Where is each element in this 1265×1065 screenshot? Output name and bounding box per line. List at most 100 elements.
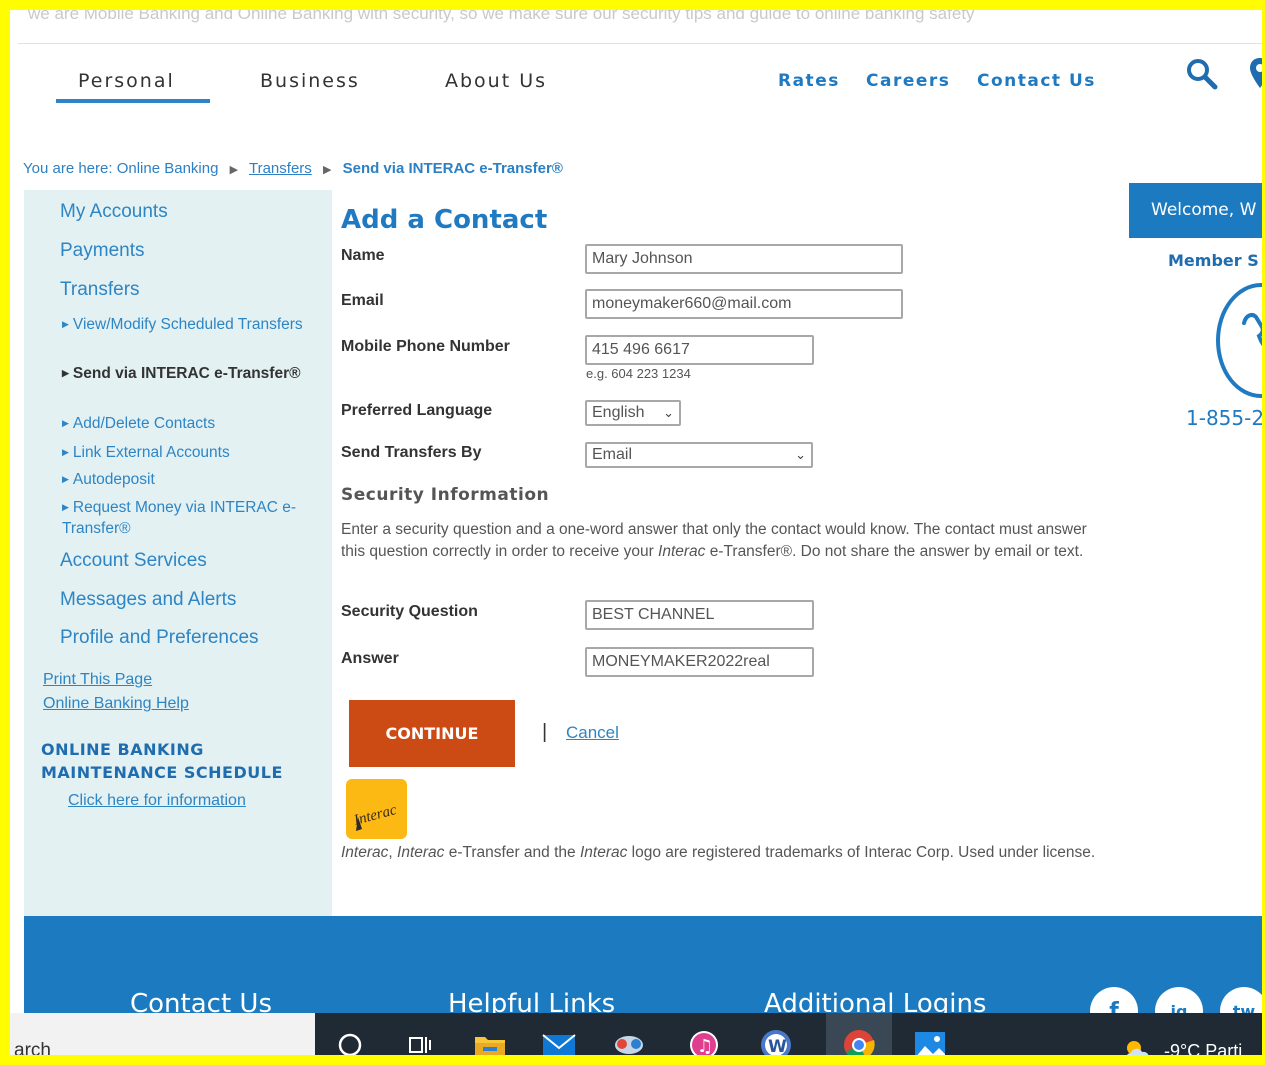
sidebar-subitem-label: View/Modify Scheduled Transfers: [72, 316, 303, 333]
sidebar-item-payments[interactable]: Payments: [60, 240, 144, 262]
photos-icon[interactable]: [908, 1025, 952, 1055]
search-icon[interactable]: [1185, 57, 1219, 91]
os-taskbar: arch ♫ W -9°C Parti: [10, 1013, 1262, 1061]
breadcrumb-separator-icon: ▶: [229, 164, 239, 176]
word-icon[interactable]: W: [754, 1025, 798, 1057]
send-by-select[interactable]: Email ⌄: [585, 442, 813, 468]
name-field[interactable]: [585, 244, 903, 274]
location-pin-icon[interactable]: [1248, 56, 1265, 90]
tm-text-1: ,: [388, 844, 398, 861]
tm-interac-3: Interac: [579, 844, 628, 861]
mail-icon[interactable]: [537, 1025, 581, 1055]
cancel-link[interactable]: Cancel: [566, 723, 619, 743]
chevron-down-icon: ⌄: [795, 447, 806, 462]
language-label: Preferred Language: [341, 402, 493, 419]
email-label: Email: [341, 292, 384, 309]
send-by-select-value: Email: [592, 446, 633, 463]
sidebar-item-my-accounts[interactable]: My Accounts: [60, 201, 168, 223]
continue-button[interactable]: CONTINUE: [349, 700, 515, 767]
sidebar-item-messages-alerts[interactable]: Messages and Alerts: [60, 589, 236, 611]
taskbar-weather[interactable]: -9°C Parti: [1122, 1037, 1243, 1061]
file-explorer-icon[interactable]: [468, 1025, 512, 1055]
breadcrumb-online-banking[interactable]: Online Banking: [117, 160, 219, 177]
arrow-right-icon: ▶: [62, 474, 69, 484]
page-title: Add a Contact: [341, 205, 548, 235]
print-page-link[interactable]: Print This Page: [43, 671, 152, 689]
phone-handset-icon: [1242, 313, 1262, 347]
sidebar-subitem-add-delete-contacts[interactable]: ▶ Add/Delete Contacts: [62, 413, 322, 434]
sidebar-item-account-services[interactable]: Account Services: [60, 550, 207, 572]
breadcrumb-transfers-link[interactable]: Transfers: [249, 160, 312, 177]
task-view-icon[interactable]: [398, 1025, 442, 1055]
member-services-phone[interactable]: 1-855-2: [1186, 406, 1262, 430]
language-select-value: English: [592, 404, 645, 421]
sidebar-subitem-request-money[interactable]: ▶ Request Money via INTERAC e-Transfer®: [62, 497, 322, 539]
tm-interac-1: Interac: [341, 844, 389, 861]
svg-text:W: W: [768, 1037, 787, 1057]
welcome-banner: Welcome, W: [1129, 183, 1262, 238]
security-question-field[interactable]: [585, 600, 814, 630]
sidebar-subitem-view-modify[interactable]: ▶ View/Modify Scheduled Transfers: [62, 314, 322, 335]
breadcrumb: You are here: Online Banking ▶ Transfers…: [23, 160, 563, 177]
sidebar-subitem-label: Autodeposit: [72, 471, 155, 488]
sidebar-item-transfers[interactable]: Transfers: [60, 279, 140, 301]
trademark-notice: Interac, Interac e-Transfer and the Inte…: [341, 842, 1111, 863]
online-banking-help-link[interactable]: Online Banking Help: [43, 695, 189, 713]
sidebar-subitem-send-interac[interactable]: ▶ Send via INTERAC e-Transfer®: [62, 363, 322, 384]
member-services-heading: Member S: [1168, 251, 1259, 270]
language-select[interactable]: English ⌄: [585, 400, 681, 426]
sidebar-subitem-label: Link External Accounts: [72, 444, 230, 461]
nav-rates[interactable]: Rates: [778, 71, 840, 91]
email-field[interactable]: [585, 289, 903, 319]
nav-contact-us[interactable]: Contact Us: [977, 71, 1096, 91]
maintenance-schedule-heading: ONLINE BANKING MAINTENANCE SCHEDULE: [41, 740, 283, 782]
nav-active-indicator: [56, 99, 210, 103]
nav-careers[interactable]: Careers: [866, 71, 950, 91]
security-description: Enter a security question and a one-word…: [341, 519, 1111, 562]
weather-partly-cloudy-icon: [1127, 1041, 1149, 1055]
phone-field[interactable]: [585, 335, 814, 365]
phone-icon: [1216, 283, 1262, 398]
svg-text:♫: ♫: [697, 1036, 713, 1057]
security-heading: Security Information: [341, 485, 550, 505]
answer-field[interactable]: [585, 647, 814, 677]
security-desc-interac: Interac: [658, 542, 706, 560]
chrome-icon[interactable]: [837, 1025, 881, 1055]
answer-label: Answer: [341, 650, 399, 667]
chevron-down-icon: ⌄: [663, 405, 674, 420]
sidebar-subitem-autodeposit[interactable]: ▶ Autodeposit: [62, 469, 322, 490]
arrow-right-icon: ▶: [62, 418, 69, 428]
itunes-icon[interactable]: ♫: [682, 1025, 726, 1057]
send-by-label: Send Transfers By: [341, 444, 482, 461]
arrow-right-icon: ▶: [62, 447, 69, 457]
arrow-right-icon: ▶: [62, 319, 69, 329]
arrow-right-icon: ▶: [62, 502, 69, 512]
taskbar-search-box[interactable]: arch: [10, 1013, 315, 1055]
cortana-icon[interactable]: [328, 1025, 372, 1055]
top-banner-text: we are Mobile Banking and Online Banking…: [28, 10, 975, 23]
button-separator: |: [542, 721, 548, 743]
breadcrumb-prefix: You are here:: [23, 160, 113, 177]
nav-business[interactable]: Business: [260, 70, 360, 92]
arrow-right-icon: ▶: [62, 368, 69, 378]
weather-text: -9°C Parti: [1164, 1040, 1243, 1061]
sidebar-subitem-link-external[interactable]: ▶ Link External Accounts: [62, 442, 322, 463]
security-desc-text-end: e-Transfer®. Do not share the answer by …: [705, 542, 1084, 560]
maintenance-info-link[interactable]: Click here for information: [68, 792, 246, 810]
sidebar: My Accounts Payments Transfers ▶ View/Mod…: [24, 190, 332, 920]
sidebar-subitem-label: Send via INTERAC e-Transfer®: [72, 365, 301, 382]
security-question-label: Security Question: [341, 603, 478, 620]
interac-logo-icon: Interac: [351, 802, 399, 831]
sidebar-subitem-label: Request Money via INTERAC e-Transfer®: [62, 499, 297, 537]
nav-about-us[interactable]: About Us: [445, 70, 547, 92]
nav-personal[interactable]: Personal: [78, 70, 175, 92]
breadcrumb-current: Send via INTERAC e-Transfer®: [342, 160, 563, 177]
sidebar-subitem-label: Add/Delete Contacts: [72, 415, 216, 432]
name-label: Name: [341, 247, 385, 264]
sidebar-item-profile-preferences[interactable]: Profile and Preferences: [60, 627, 259, 649]
breadcrumb-separator-icon: ▶: [322, 164, 332, 176]
phone-label: Mobile Phone Number: [341, 338, 510, 355]
tm-text-3: logo are registered trademarks of Intera…: [627, 844, 1096, 861]
tm-text-2: e-Transfer and the: [444, 844, 580, 861]
app-icon-snip[interactable]: [607, 1025, 651, 1055]
